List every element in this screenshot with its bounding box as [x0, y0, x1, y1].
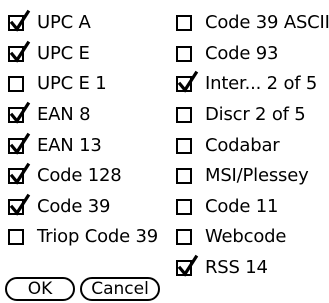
checkbox[interactable] — [8, 229, 24, 246]
dialog-buttons: OK Cancel — [5, 277, 160, 301]
option-upc-e[interactable]: UPC E — [8, 39, 158, 70]
option-label: Discr 2 of 5 — [205, 104, 306, 126]
option-msi-plessey[interactable]: MSI/Plessey — [176, 161, 329, 192]
checkbox[interactable] — [176, 254, 199, 277]
option-label: UPC E — [37, 42, 90, 64]
option-label: MSI/Plessey — [205, 165, 309, 187]
checkbox[interactable] — [8, 40, 31, 63]
option-code-39[interactable]: Code 39 — [8, 192, 158, 223]
checkbox[interactable] — [176, 198, 192, 215]
checkbox[interactable] — [176, 107, 192, 124]
checkmark-icon — [177, 71, 199, 94]
cancel-button[interactable]: Cancel — [80, 277, 160, 301]
option-ean-8[interactable]: EAN 8 — [8, 100, 158, 131]
right-options-column: Code 39 ASCII Code 93 Inter... 2 of 5 Di… — [176, 8, 329, 283]
option-upc-e1[interactable]: UPC E 1 — [8, 69, 158, 100]
option-upc-a[interactable]: UPC A — [8, 8, 158, 39]
option-code-93[interactable]: Code 93 — [176, 39, 329, 70]
option-discrete-2-of-5[interactable]: Discr 2 of 5 — [176, 100, 329, 131]
option-label: Webcode — [205, 226, 287, 248]
checkbox[interactable] — [8, 193, 31, 216]
checkbox[interactable] — [176, 45, 192, 62]
option-interleaved-2-of-5[interactable]: Inter... 2 of 5 — [176, 69, 329, 100]
option-label: Code 11 — [205, 195, 279, 217]
checkmark-icon — [9, 101, 31, 124]
checkbox[interactable] — [8, 10, 31, 32]
option-label: Code 39 — [37, 195, 111, 217]
option-label: EAN 13 — [37, 134, 102, 156]
checkmark-icon — [177, 254, 199, 277]
checkmark-icon — [9, 10, 31, 32]
option-label: Code 128 — [37, 165, 122, 187]
checkmark-icon — [9, 40, 31, 63]
checkmark-icon — [9, 132, 31, 155]
checkbox[interactable] — [8, 132, 31, 155]
checkbox[interactable] — [8, 101, 31, 124]
barcode-symbology-dialog: UPC A UPC E UPC E 1 EAN 8 EAN 13 Code 12… — [0, 0, 329, 303]
checkbox[interactable] — [176, 15, 192, 32]
option-code-11[interactable]: Code 11 — [176, 192, 329, 223]
option-label: Code 39 ASCII — [205, 12, 329, 34]
option-code-128[interactable]: Code 128 — [8, 161, 158, 192]
option-label: Code 93 — [205, 42, 279, 64]
option-ean-13[interactable]: EAN 13 — [8, 130, 158, 161]
checkmark-icon — [9, 163, 31, 185]
option-triop-code-39[interactable]: Triop Code 39 — [8, 222, 158, 253]
option-label: Triop Code 39 — [37, 226, 159, 248]
checkbox[interactable] — [176, 168, 192, 185]
left-options-column: UPC A UPC E UPC E 1 EAN 8 EAN 13 Code 12… — [8, 8, 158, 253]
option-label: Inter... 2 of 5 — [205, 73, 318, 95]
option-label: EAN 8 — [37, 104, 91, 126]
option-code-39-ascii[interactable]: Code 39 ASCII — [176, 8, 329, 39]
ok-button[interactable]: OK — [5, 277, 75, 301]
checkbox[interactable] — [176, 71, 199, 94]
option-codabar[interactable]: Codabar — [176, 130, 329, 161]
checkbox[interactable] — [8, 76, 24, 93]
option-webcode[interactable]: Webcode — [176, 222, 329, 253]
option-label: UPC E 1 — [37, 73, 107, 95]
option-rss-14[interactable]: RSS 14 — [176, 253, 329, 284]
checkbox[interactable] — [176, 229, 192, 246]
checkbox[interactable] — [8, 163, 31, 185]
option-label: RSS 14 — [205, 257, 268, 279]
checkmark-icon — [9, 193, 31, 216]
option-label: Codabar — [205, 134, 280, 156]
checkbox[interactable] — [176, 137, 192, 154]
option-label: UPC A — [37, 12, 91, 34]
